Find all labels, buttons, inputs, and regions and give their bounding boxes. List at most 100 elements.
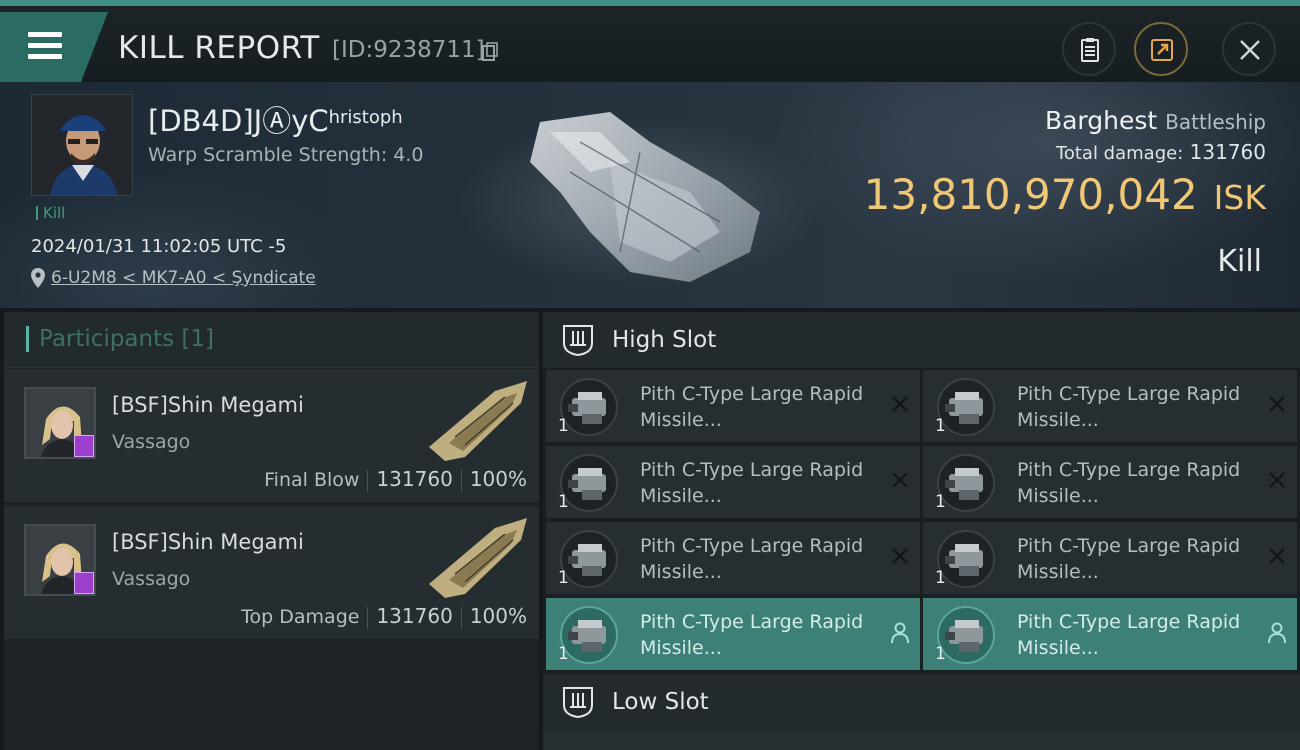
missile-launcher-icon (945, 544, 983, 576)
destroyed-icon (1269, 472, 1285, 488)
participants-count: [1] (181, 326, 215, 352)
kill-tag: Kill (36, 206, 65, 221)
module-quantity: 1 (935, 644, 946, 664)
share-button[interactable] (1134, 22, 1188, 76)
participant-ship-image (429, 518, 527, 598)
victim-avatar[interactable] (31, 94, 133, 196)
participant-ship-image (429, 381, 527, 461)
missile-launcher-icon (945, 620, 983, 652)
participant-percent: 100% (469, 604, 527, 628)
menu-icon (28, 32, 62, 65)
result-label: Kill (1217, 244, 1262, 279)
menu-button[interactable] (0, 12, 108, 82)
module-name: Pith C-Type Large Rapid Missile... (1017, 383, 1241, 431)
report-id: [ID:9238711] (332, 37, 485, 63)
module-item[interactable]: 1 Pith C-Type Large Rapid Missile... (546, 370, 920, 442)
participant-name: [BSF]Shin Megami (112, 393, 304, 417)
high-slot-title: High Slot (612, 327, 717, 353)
total-damage-label: Total damage: (1055, 143, 1184, 164)
missile-launcher-icon (568, 468, 606, 500)
participant-stats: Top Damage 131760 100% (241, 604, 527, 629)
module-name: Pith C-Type Large Rapid Missile... (640, 459, 864, 507)
clipboard-icon (1081, 38, 1099, 62)
victim-ship-name: Barghest (1044, 106, 1158, 135)
warp-scramble-strength: Warp Scramble Strength: 4.0 (148, 144, 424, 166)
module-name: Pith C-Type Large Rapid Missile... (640, 383, 864, 431)
isk-unit: ISK (1213, 178, 1266, 217)
missile-launcher-icon (945, 392, 983, 424)
destroyed-icon (892, 472, 908, 488)
destroyed-icon (892, 548, 908, 564)
module-item[interactable]: 1 Pith C-Type Large Rapid Missile... (546, 598, 920, 670)
low-slot-title: Low Slot (612, 689, 709, 715)
location-link[interactable]: 6-U2M8 < MK7-A0 < Şyndicate (51, 268, 316, 288)
participants-title-text: Participants (39, 326, 175, 352)
isk-amount: 13,810,970,042 (863, 170, 1198, 219)
page-title: KILL REPORT (118, 30, 320, 66)
module-item[interactable]: 1 Pith C-Type Large Rapid Missile... (923, 370, 1297, 442)
participant-ship: Vassago (112, 431, 191, 453)
pilot-icon (891, 622, 909, 644)
participants-header: Participants [1] (4, 312, 539, 368)
participant-name: [BSF]Shin Megami (112, 530, 304, 554)
module-quantity: 1 (558, 644, 569, 664)
victim-name-text: [DB4D]JⒶyC (148, 104, 329, 138)
module-item[interactable]: 1 Pith C-Type Large Rapid Missile... (923, 598, 1297, 670)
participants-panel: Participants [1] [BSF]Shin Megami Vassag… (4, 312, 539, 750)
module-item[interactable]: 1 Pith C-Type Large Rapid Missile... (546, 522, 920, 594)
participant-role: Top Damage (241, 606, 360, 628)
victim-ship-class: Battleship (1165, 110, 1266, 134)
participant-row[interactable]: [BSF]Shin Megami Vassago Top Damage 13176… (4, 506, 539, 641)
participant-role: Final Blow (264, 469, 360, 491)
missile-launcher-icon (945, 468, 983, 500)
module-quantity: 1 (558, 492, 569, 512)
fitting-panel: High Slot 1 Pith C-Type Large Rapid Miss… (543, 312, 1300, 750)
module-quantity: 1 (935, 568, 946, 588)
low-slot-icon (563, 687, 593, 719)
module-quantity: 1 (558, 416, 569, 436)
clipboard-button[interactable] (1062, 22, 1116, 76)
kill-datetime: 2024/01/31 11:02:05 UTC -5 (31, 236, 287, 257)
victim-panel: [DB4D]JⒶyChristoph Warp Scramble Strengt… (0, 82, 1300, 308)
module-quantity: 1 (558, 568, 569, 588)
top-bar: KILL REPORT [ID:9238711] (0, 0, 1300, 82)
copy-icon[interactable] (482, 42, 498, 62)
total-damage-value: 131760 (1189, 140, 1266, 164)
participant-row[interactable]: [BSF]Shin Megami Vassago Final Blow 13176… (4, 369, 539, 504)
module-quantity: 1 (935, 492, 946, 512)
module-name: Pith C-Type Large Rapid Missile... (1017, 611, 1241, 659)
participant-damage: 131760 (376, 467, 453, 491)
module-quantity: 1 (935, 416, 946, 436)
participant-stats: Final Blow 131760 100% (264, 467, 527, 492)
module-name: Pith C-Type Large Rapid Missile... (640, 535, 864, 583)
missile-launcher-icon (568, 392, 606, 424)
pilot-badge-icon (74, 572, 94, 594)
module-item[interactable]: 1 Pith C-Type Large Rapid Missile... (923, 522, 1297, 594)
participant-percent: 100% (469, 467, 527, 491)
close-button[interactable] (1222, 22, 1276, 76)
victim-ship: Barghest Battleship (1045, 106, 1266, 135)
module-item[interactable]: 1 Pith C-Type Large Rapid Missile... (923, 446, 1297, 518)
isk-value: 13,810,970,042 ISK (864, 170, 1266, 219)
location-pin-icon (31, 268, 45, 288)
high-slot-header: High Slot (543, 312, 1300, 368)
destroyed-icon (892, 396, 908, 412)
victim-name: [DB4D]JⒶyChristoph (148, 98, 403, 140)
share-icon (1151, 39, 1173, 61)
low-slot-modules-peek (543, 730, 1300, 750)
module-item[interactable]: 1 Pith C-Type Large Rapid Missile... (546, 446, 920, 518)
participants-title: Participants [1] (26, 326, 214, 352)
module-name: Pith C-Type Large Rapid Missile... (1017, 459, 1241, 507)
pilot-icon (1268, 622, 1286, 644)
participant-ship: Vassago (112, 568, 191, 590)
total-damage: Total damage: 131760 (1056, 140, 1266, 164)
participant-damage: 131760 (376, 604, 453, 628)
victim-name-suffix: hristoph (328, 107, 403, 128)
missile-launcher-icon (568, 620, 606, 652)
kill-location[interactable]: 6-U2M8 < MK7-A0 < Şyndicate (31, 268, 316, 288)
close-icon (1240, 40, 1260, 60)
victim-portrait-icon (32, 95, 132, 195)
destroyed-icon (1269, 548, 1285, 564)
victim-ship-image (530, 112, 760, 282)
module-name: Pith C-Type Large Rapid Missile... (640, 611, 864, 659)
